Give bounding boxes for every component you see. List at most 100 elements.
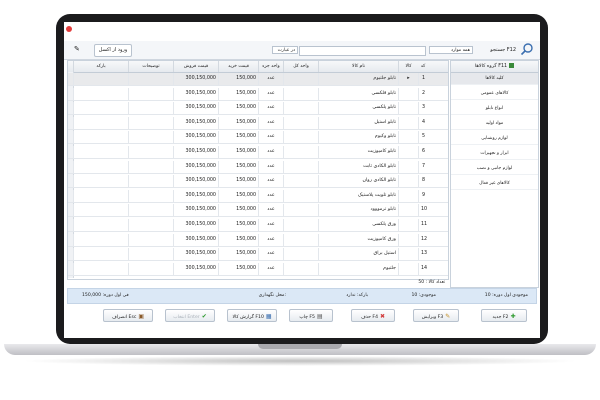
search-scope-select[interactable]: همه موارد [429, 46, 473, 54]
new-button[interactable]: جدید F2 ✚ [481, 309, 527, 322]
cell-name: جلتیوم [318, 262, 398, 275]
group-item[interactable]: لوازم جانبی و نصب [451, 163, 538, 175]
groups-title: گروه کالاها F11 [474, 64, 508, 69]
table-row[interactable]: 12 ورق کامپوزیت عدد 150,000 300,150,000 [68, 233, 448, 247]
table-row[interactable]: 3 تابلو پلکسی عدد 150,000 300,150,000 [68, 102, 448, 116]
table-header: کد کالا نام کالا واحد کل واحد جزء قیمت خ… [68, 61, 448, 73]
tools-icon[interactable]: ✎ [74, 45, 84, 54]
cell-sell: 300,150,000 [173, 233, 218, 246]
table-row[interactable]: 8 تابلو الکادی روان عدد 150,000 300,150,000 [68, 175, 448, 189]
cancel-button-label: انصراف Esc [111, 315, 137, 320]
cell-sell: 300,150,000 [173, 116, 218, 129]
close-icon[interactable] [66, 26, 72, 32]
cell-name: ورق کامپوزیت [318, 233, 398, 246]
cell-barcode [73, 189, 128, 202]
cell-buy: 150,000 [218, 102, 258, 115]
table-row[interactable]: 4 تابلو استیل عدد 150,000 300,150,000 [68, 116, 448, 130]
cell-unit-total [283, 248, 318, 261]
cell-sell: 300,150,000 [173, 87, 218, 100]
table-row[interactable]: 5 تابلو وکیوم عدد 150,000 300,150,000 [68, 131, 448, 145]
cell-code: 14 [418, 262, 428, 275]
cell-barcode [73, 204, 128, 217]
col-item[interactable]: کالا [398, 61, 418, 72]
col-sell-price[interactable]: قیمت فروش [173, 61, 218, 72]
check-icon: ✔ [201, 313, 207, 320]
cell-unit-part: عدد [258, 116, 283, 129]
group-item[interactable]: لوازم روشنایی [451, 133, 538, 145]
filter-mode-select[interactable]: در عبارت [272, 46, 298, 54]
cancel-button[interactable]: انصراف Esc ▣ [103, 309, 153, 322]
col-unit-part[interactable]: واحد جزء [258, 61, 283, 72]
group-item[interactable]: کالاهای غیر فعال [451, 178, 538, 190]
delete-icon: ✖ [380, 313, 386, 320]
cell-sell: 300,150,000 [173, 175, 218, 188]
new-button-label: جدید F2 [492, 315, 509, 320]
group-item[interactable]: مواد اولیه [451, 118, 538, 130]
row-pointer [398, 160, 418, 173]
search-toolbar: ✎ ورود از اکسل در عبارت همه موارد جستجو … [64, 41, 540, 60]
col-name[interactable]: نام کالا [318, 61, 398, 72]
group-item[interactable]: ابزار و تجهیزات [451, 148, 538, 160]
delete-button[interactable]: حذف F4 ✖ [351, 309, 395, 322]
confirm-button-label: انتخاب Enter [173, 315, 200, 320]
col-barcode[interactable]: بارکد [73, 61, 128, 72]
cell-buy: 150,000 [218, 160, 258, 173]
print-button[interactable]: چاپ F5 ▤ [289, 309, 333, 322]
row-pointer [398, 204, 418, 217]
col-buy-price[interactable]: قیمت خرید [218, 61, 258, 72]
table-row[interactable]: 1 ▸ تابلو جلتیوم عدد 150,000 300,150,000 [68, 73, 448, 86]
cell-buy: 150,000 [218, 146, 258, 158]
printer-icon: ▤ [316, 313, 323, 320]
table-row[interactable]: 13 استیل براق عدد 150,000 300,150,000 [68, 248, 448, 262]
edit-button[interactable]: ویرایش F3 ✎ [413, 309, 459, 322]
cell-unit-total [283, 262, 318, 275]
table-row[interactable]: 10 تابلو ترمووود عدد 150,000 300,150,000 [68, 204, 448, 218]
excel-import-button[interactable]: ورود از اکسل [94, 44, 132, 57]
table-row[interactable]: 2 تابلو فلکسی عدد 150,000 300,150,000 [68, 87, 448, 101]
group-item[interactable]: کالاهای عمومی [451, 88, 538, 100]
items-table: کد کالا نام کالا واحد کل واحد جزء قیمت خ… [67, 60, 449, 280]
col-description[interactable]: توضیحات [128, 61, 173, 72]
cell-name: تابلو استیل [318, 116, 398, 129]
confirm-button[interactable]: انتخاب Enter ✔ [165, 309, 215, 322]
print-button-label: چاپ F5 [299, 315, 315, 320]
cell-unit-total [283, 87, 318, 100]
table-row[interactable]: 6 تابلو کامپوزیت عدد 150,000 300,150,000 [68, 146, 448, 159]
cell-buy: 150,000 [218, 248, 258, 261]
search-input[interactable] [299, 46, 426, 56]
group-item[interactable]: انواع تابلو [451, 103, 538, 115]
cell-sell: 300,150,000 [173, 262, 218, 275]
item-count: تعداد کالا : 50 [418, 280, 445, 285]
row-pointer [398, 248, 418, 261]
table-row[interactable]: 14 جلتیوم عدد 150,000 300,150,000 [68, 262, 448, 276]
col-code[interactable]: کد [418, 61, 428, 72]
row-pointer [398, 87, 418, 100]
table-row[interactable]: 9 تابلو تلویت پلاستیک عدد 150,000 300,150,00… [68, 189, 448, 203]
cell-buy: 150,000 [218, 87, 258, 100]
cell-unit-part: عدد [258, 189, 283, 202]
search-label: جستجو F12 [490, 47, 516, 53]
cell-name: ورق پلکسی [318, 219, 398, 231]
row-pointer [398, 102, 418, 115]
table-row[interactable]: 11 ورق پلکسی عدد 150,000 300,150,000 [68, 219, 448, 232]
cell-buy: 150,000 [218, 175, 258, 188]
status-bar: موجودی اول دوره: 10 موجودی: 10 بارکد: ند… [67, 288, 537, 304]
cell-desc [128, 262, 173, 275]
group-item[interactable]: کلیه کالاها [451, 73, 538, 85]
cell-code: 11 [418, 219, 428, 231]
cell-buy: 150,000 [218, 262, 258, 275]
cell-buy: 150,000 [218, 233, 258, 246]
cell-unit-total [283, 233, 318, 246]
cell-sell: 300,150,000 [173, 102, 218, 115]
cell-unit-part: عدد [258, 262, 283, 275]
cell-unit-total [283, 102, 318, 115]
table-row[interactable]: 7 تابلو الکادی ثابت عدد 150,000 300,150,000 [68, 160, 448, 174]
col-unit-total[interactable]: واحد کل [283, 61, 318, 72]
cell-desc [128, 146, 173, 158]
cell-sell: 300,150,000 [173, 73, 218, 85]
search-icon[interactable] [520, 42, 534, 56]
report-button[interactable]: گزارش کالا F10 ▦ [227, 309, 277, 322]
exit-icon: ▣ [138, 313, 145, 320]
cell-code: 6 [418, 146, 428, 158]
status-location: محل نگهداری: [258, 293, 286, 298]
